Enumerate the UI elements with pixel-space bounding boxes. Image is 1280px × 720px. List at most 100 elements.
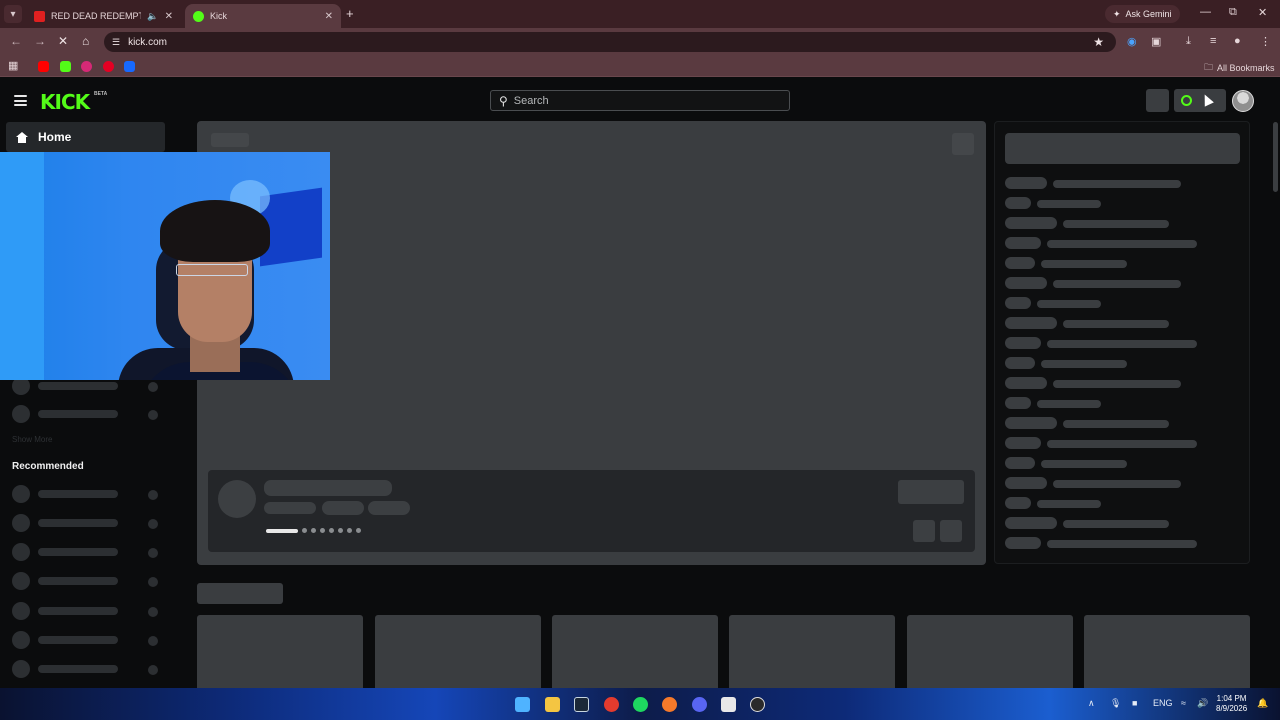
tray-chevron-icon[interactable]: ∧ xyxy=(1088,698,1095,709)
player-skeleton-button[interactable] xyxy=(952,133,974,155)
header-skeleton-button[interactable] xyxy=(1146,89,1169,112)
kick-extension-icon xyxy=(1181,95,1192,106)
stream-card-skeleton[interactable] xyxy=(197,615,363,695)
volume-icon[interactable]: 🔊 xyxy=(1197,698,1208,709)
carousel-dot[interactable] xyxy=(356,528,361,533)
chrome-icon[interactable] xyxy=(604,697,619,712)
site-info-icon[interactable]: ☰ xyxy=(112,37,120,48)
clock-date: 8/9/2026 xyxy=(1216,704,1248,713)
download-icon[interactable]: ⤓ xyxy=(1186,35,1191,48)
stop-loading-icon[interactable]: ✕ xyxy=(58,34,68,48)
pinterest-icon[interactable] xyxy=(103,61,114,72)
carousel-prev-skeleton[interactable] xyxy=(913,520,935,542)
close-tab-icon[interactable]: ✕ xyxy=(165,11,173,22)
carousel-dot[interactable] xyxy=(347,528,352,533)
obs-icon[interactable] xyxy=(750,697,765,712)
close-tab-icon[interactable]: ✕ xyxy=(325,11,333,22)
user-avatar[interactable] xyxy=(1232,90,1254,112)
language-indicator[interactable]: ENG xyxy=(1153,698,1173,708)
steam-icon[interactable] xyxy=(574,697,589,712)
store-icon[interactable] xyxy=(721,697,736,712)
apps-grid-icon[interactable]: ▦ xyxy=(8,59,18,72)
ask-gemini-label: Ask Gemini xyxy=(1125,9,1172,19)
file-explorer-icon[interactable] xyxy=(545,697,560,712)
search-icon: ⚲ xyxy=(499,93,508,108)
carousel-dot[interactable] xyxy=(320,528,325,533)
carousel-dot[interactable] xyxy=(311,528,316,533)
hamburger-menu-icon[interactable] xyxy=(14,95,27,106)
kick-logo[interactable]: KICK xyxy=(40,90,90,114)
search-placeholder: Search xyxy=(513,94,549,107)
carousel-next-skeleton[interactable] xyxy=(940,520,962,542)
sidebar-skeleton-row[interactable] xyxy=(12,631,160,649)
windows-start-icon[interactable] xyxy=(515,697,530,712)
carousel-dot[interactable] xyxy=(302,528,307,533)
notification-icon[interactable]: 🔔 xyxy=(1257,698,1268,709)
kick-icon[interactable] xyxy=(60,61,71,72)
minimize-icon[interactable]: — xyxy=(1200,6,1211,18)
gemini-sparkle-icon: ✦ xyxy=(1113,8,1121,19)
stream-card-skeleton[interactable] xyxy=(729,615,895,695)
search-input[interactable]: ⚲ Search xyxy=(490,90,790,111)
tab-red-dead[interactable]: RED DEAD REDEMPTION 2 | 🔈 ✕ xyxy=(26,4,181,28)
stream-tag-skeleton xyxy=(368,501,410,515)
all-bookmarks-button[interactable]: 🗀 All Bookmarks xyxy=(1204,60,1275,76)
carousel-dot[interactable] xyxy=(338,528,343,533)
page-scrollbar[interactable] xyxy=(1273,122,1278,192)
wifi-icon[interactable]: ≈ xyxy=(1181,698,1186,708)
close-window-icon[interactable]: ✕ xyxy=(1258,6,1267,19)
tray-app-icon[interactable]: ■ xyxy=(1132,698,1137,708)
microphone-icon[interactable]: 🎙 xyxy=(1110,698,1121,709)
clock[interactable]: 1:04 PM 8/9/2026 xyxy=(1216,694,1247,714)
instagram-icon[interactable] xyxy=(81,61,92,72)
sidebar-skeleton-row[interactable] xyxy=(12,572,160,590)
back-arrow-icon[interactable]: ← xyxy=(10,34,22,48)
ask-gemini-button[interactable]: ✦ Ask Gemini xyxy=(1105,5,1180,23)
stream-title-skeleton xyxy=(264,480,392,496)
restore-icon[interactable]: ⧉ xyxy=(1229,6,1237,19)
sidebar-skeleton-row[interactable] xyxy=(12,543,160,561)
behance-icon[interactable] xyxy=(124,61,135,72)
header-extension-button[interactable] xyxy=(1174,89,1226,112)
stream-card-skeleton[interactable] xyxy=(552,615,718,695)
menu-kebab-icon[interactable]: ⋮ xyxy=(1260,35,1271,48)
bookmark-star-icon[interactable]: ★ xyxy=(1093,35,1104,49)
discord-icon[interactable] xyxy=(692,697,707,712)
streamer-avatar-skeleton xyxy=(218,480,256,518)
stream-card-skeleton[interactable] xyxy=(1084,615,1250,695)
extension-shield-icon[interactable]: ◉ xyxy=(1127,35,1137,48)
sidebar-skeleton-row[interactable] xyxy=(12,514,160,532)
windows-taskbar: ∧ 🎙 ■ ENG ≈ 🔊 1:04 PM 8/9/2026 🔔 xyxy=(0,688,1280,720)
carousel-dot[interactable] xyxy=(329,528,334,533)
sidebar-skeleton-row[interactable] xyxy=(12,602,160,620)
sidebar-item-label: Home xyxy=(38,130,72,144)
folder-icon: 🗀 xyxy=(1204,62,1214,72)
tab-kick[interactable]: Kick ✕ xyxy=(185,4,341,28)
stream-card-skeleton[interactable] xyxy=(375,615,541,695)
site-header: KICK BETA ⚲ Search xyxy=(0,80,1280,122)
tab-search-button[interactable]: ▾ xyxy=(4,5,22,23)
carousel-dot-active[interactable] xyxy=(266,528,298,533)
forward-arrow-icon[interactable]: → xyxy=(34,34,46,48)
player-skeleton-label xyxy=(211,133,249,147)
new-tab-button[interactable]: + xyxy=(346,6,354,21)
sidebar-skeleton-row[interactable] xyxy=(12,485,160,503)
sidebar-skeleton-row[interactable] xyxy=(12,660,160,678)
extensions-puzzle-icon[interactable]: ▣ xyxy=(1151,35,1161,48)
show-more-link[interactable]: Show More xyxy=(12,435,52,444)
home-icon[interactable]: ⌂ xyxy=(82,34,89,48)
carousel-indicators xyxy=(266,528,361,533)
tab-strip: ▾ RED DEAD REDEMPTION 2 | 🔈 ✕ Kick ✕ + ✦… xyxy=(0,0,1280,28)
watch-button-skeleton[interactable] xyxy=(898,480,964,504)
stream-card-skeleton[interactable] xyxy=(907,615,1073,695)
speaker-icon[interactable]: 🔈 xyxy=(147,11,158,22)
spotify-icon[interactable] xyxy=(633,697,648,712)
youtube-icon[interactable] xyxy=(38,61,49,72)
address-bar[interactable]: ☰ kick.com ★ xyxy=(104,32,1116,52)
media-controls-icon[interactable]: ≡ xyxy=(1210,35,1216,47)
blender-icon[interactable] xyxy=(662,697,677,712)
section-title-skeleton xyxy=(197,583,283,604)
sidebar-skeleton-row[interactable] xyxy=(12,405,160,423)
profile-icon[interactable]: ● xyxy=(1234,35,1241,47)
sidebar-item-home[interactable]: Home xyxy=(6,122,165,152)
